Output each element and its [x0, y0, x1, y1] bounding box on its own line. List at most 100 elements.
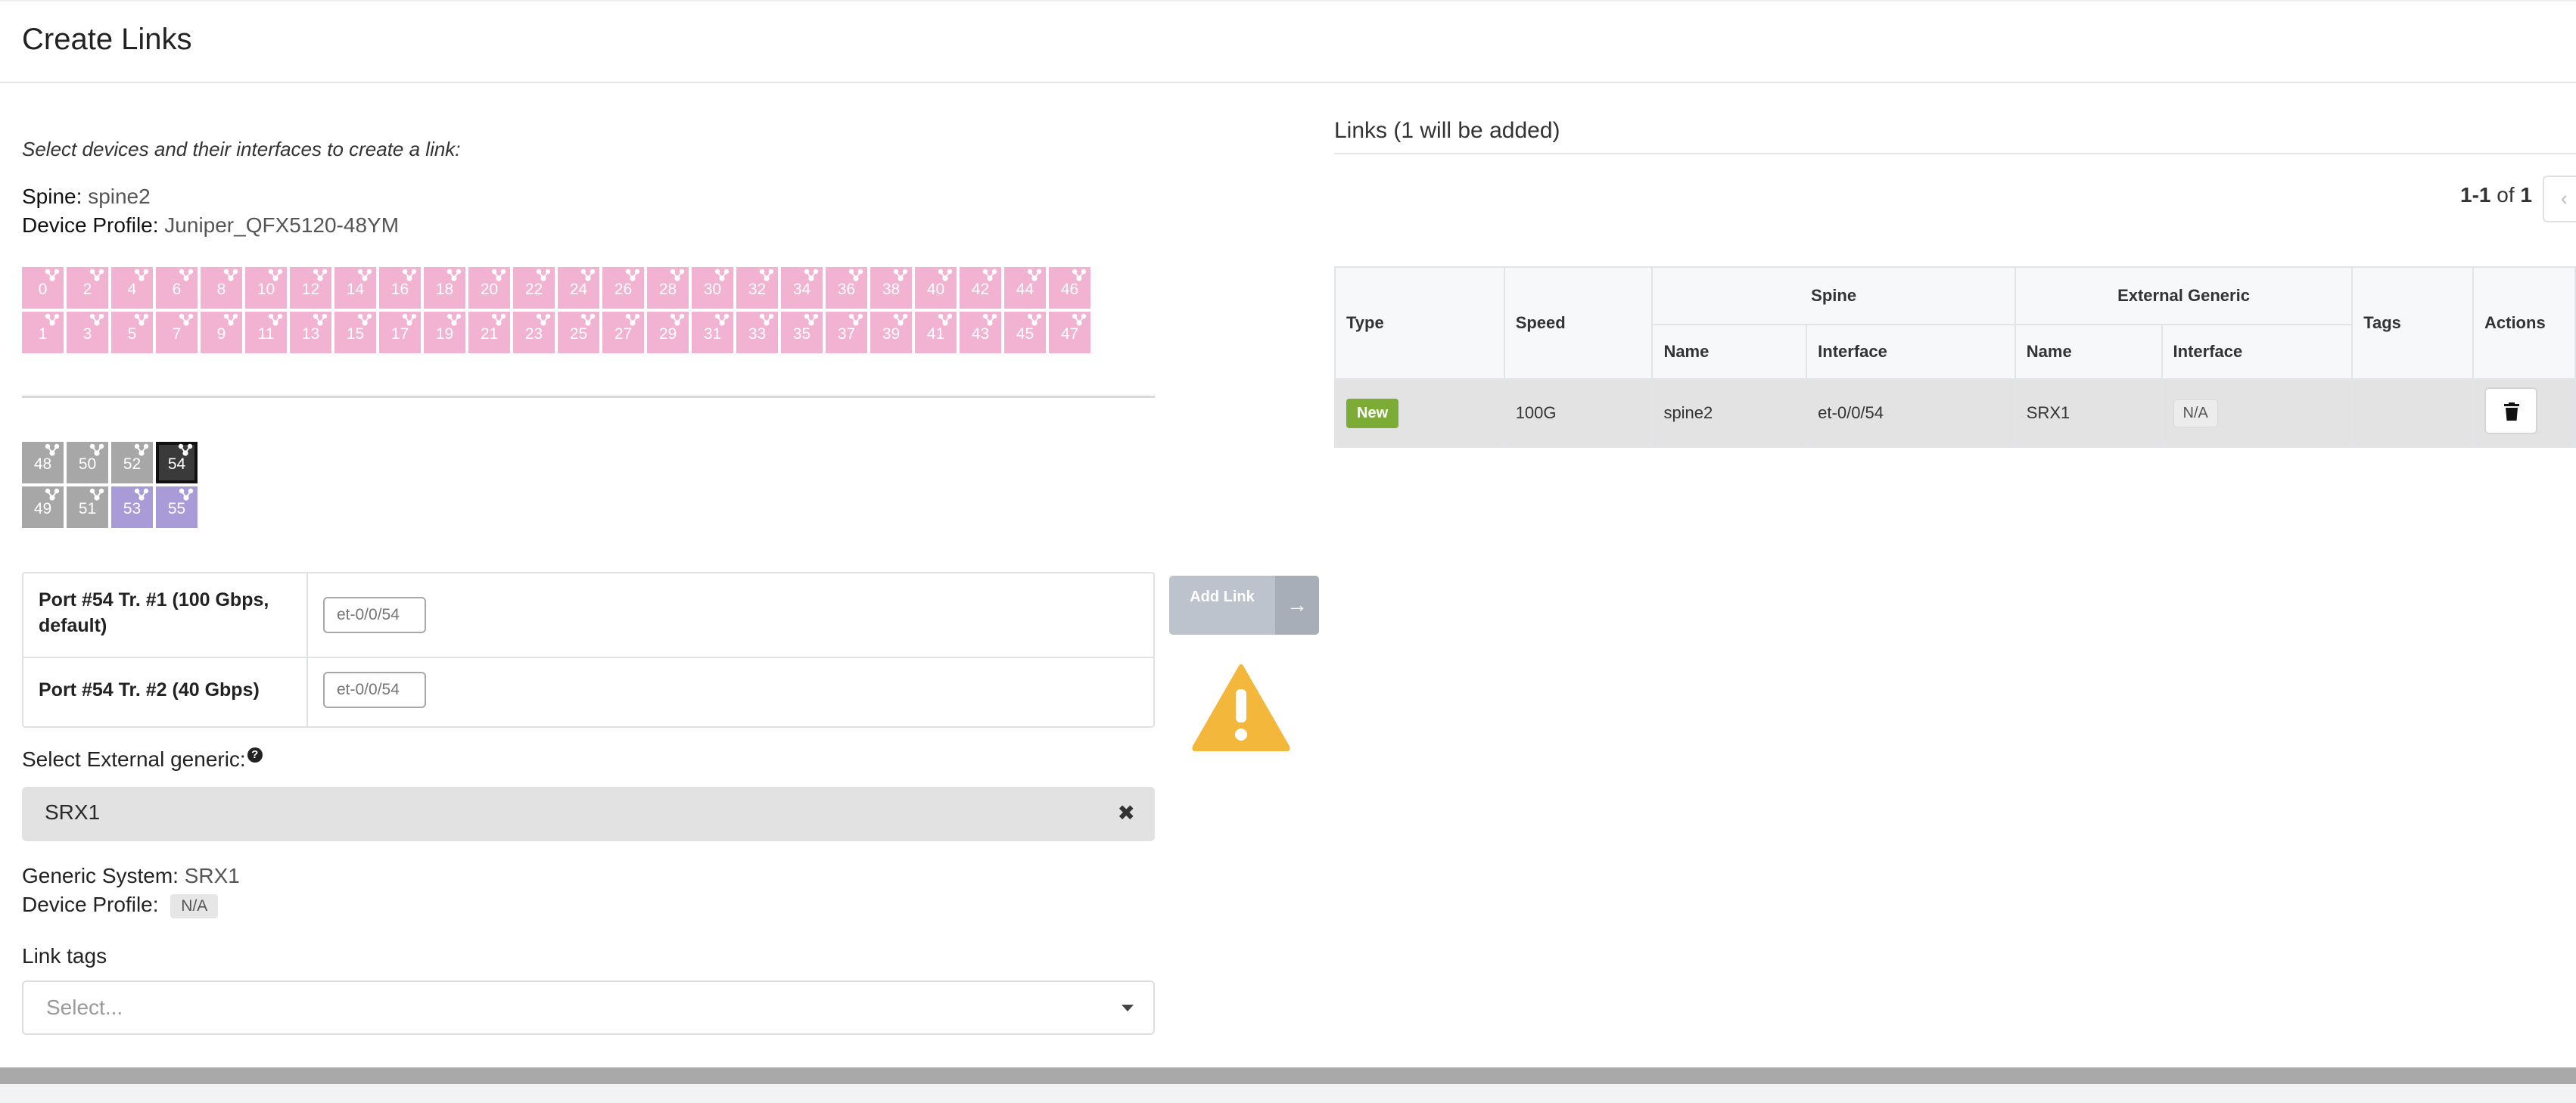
port-54[interactable]: 54	[156, 442, 198, 483]
interface-row: Port #54 Tr. #2 (40 Gbps)	[23, 657, 1153, 726]
port-47[interactable]: 47	[1049, 312, 1090, 353]
port-21[interactable]: 21	[468, 312, 510, 353]
port-16[interactable]: 16	[379, 267, 421, 309]
port-icon	[893, 313, 908, 326]
port-25[interactable]: 25	[558, 312, 599, 353]
port-number: 21	[480, 325, 499, 343]
question-circle-icon[interactable]: ?	[247, 747, 263, 763]
port-section-divider	[22, 396, 1155, 398]
port-number: 25	[569, 325, 588, 343]
port-number: 33	[748, 325, 767, 343]
port-51[interactable]: 51	[67, 486, 108, 528]
port-5[interactable]: 5	[111, 312, 153, 353]
port-number: 49	[33, 500, 52, 517]
port-2[interactable]: 2	[67, 267, 108, 309]
column-header-spine-interface: Interface	[1806, 324, 2016, 380]
port-44[interactable]: 44	[1004, 267, 1046, 309]
port-number: 1	[38, 325, 48, 343]
port-43[interactable]: 43	[960, 312, 1001, 353]
port-23[interactable]: 23	[513, 312, 555, 353]
external-generic-select[interactable]: SRX1 ✖	[22, 787, 1155, 841]
port-number: 19	[435, 325, 454, 343]
column-header-external-interface: Interface	[2161, 324, 2354, 380]
port-18[interactable]: 18	[424, 267, 465, 309]
port-17[interactable]: 17	[379, 312, 421, 353]
port-icon	[625, 313, 640, 326]
port-3[interactable]: 3	[67, 312, 108, 353]
port-35[interactable]: 35	[781, 312, 823, 353]
port-icon	[223, 313, 238, 326]
port-grid-uplink: 48 50 52 54 49 51 53 55	[22, 442, 198, 528]
port-icon	[89, 443, 104, 456]
pagination-range: 1-1	[2460, 183, 2491, 207]
port-34[interactable]: 34	[781, 267, 823, 309]
port-icon	[625, 269, 640, 281]
port-19[interactable]: 19	[424, 312, 465, 353]
port-53[interactable]: 53	[111, 486, 153, 528]
caret-down-icon[interactable]	[1122, 1005, 1134, 1011]
port-29[interactable]: 29	[647, 312, 689, 353]
port-30[interactable]: 30	[692, 267, 733, 309]
pagination-of: of	[2497, 183, 2515, 207]
times-icon[interactable]: ✖	[1118, 800, 1135, 825]
port-45[interactable]: 45	[1004, 312, 1046, 353]
port-number: 54	[167, 455, 186, 473]
port-1[interactable]: 1	[22, 312, 64, 353]
generic-system-label: Generic System:	[22, 864, 179, 887]
chevron-left-icon[interactable]: ‹	[2543, 176, 2576, 222]
port-14[interactable]: 14	[334, 267, 376, 309]
port-15[interactable]: 15	[334, 312, 376, 353]
interface-name-input[interactable]	[323, 597, 426, 633]
external-generic-label-text: Select External generic:	[22, 747, 246, 771]
port-number: 4	[127, 281, 137, 298]
port-42[interactable]: 42	[960, 267, 1001, 309]
port-37[interactable]: 37	[826, 312, 867, 353]
port-38[interactable]: 38	[870, 267, 912, 309]
port-28[interactable]: 28	[647, 267, 689, 309]
port-32[interactable]: 32	[736, 267, 778, 309]
port-icon	[402, 269, 417, 281]
port-number: 17	[390, 325, 409, 343]
port-icon	[134, 488, 149, 501]
port-12[interactable]: 12	[290, 267, 331, 309]
port-36[interactable]: 36	[826, 267, 867, 309]
port-26[interactable]: 26	[602, 267, 644, 309]
port-number: 26	[614, 281, 633, 298]
port-icon	[804, 313, 819, 326]
port-0[interactable]: 0	[22, 267, 64, 309]
port-50[interactable]: 50	[67, 442, 108, 483]
link-tags-select[interactable]: Select...	[22, 980, 1155, 1035]
port-24[interactable]: 24	[558, 267, 599, 309]
port-8[interactable]: 8	[201, 267, 242, 309]
port-22[interactable]: 22	[513, 267, 555, 309]
port-31[interactable]: 31	[692, 312, 733, 353]
port-13[interactable]: 13	[290, 312, 331, 353]
interface-name-input[interactable]	[323, 672, 426, 708]
bottom-scrollbar[interactable]	[0, 1067, 2576, 1084]
port-11[interactable]: 11	[245, 312, 287, 353]
port-9[interactable]: 9	[201, 312, 242, 353]
port-6[interactable]: 6	[156, 267, 198, 309]
port-40[interactable]: 40	[915, 267, 957, 309]
delete-link-button[interactable]	[2484, 387, 2537, 434]
port-39[interactable]: 39	[870, 312, 912, 353]
generic-system-info: Generic System: SRX1	[22, 864, 240, 888]
generic-device-profile-info: Device Profile: N/A	[22, 893, 219, 918]
instruction-text: Select devices and their interfaces to c…	[22, 138, 461, 160]
port-41[interactable]: 41	[915, 312, 957, 353]
port-33[interactable]: 33	[736, 312, 778, 353]
port-4[interactable]: 4	[111, 267, 153, 309]
port-icon	[446, 313, 462, 326]
port-20[interactable]: 20	[468, 267, 510, 309]
port-52[interactable]: 52	[111, 442, 153, 483]
cell-external-name: SRX1	[2014, 378, 2163, 448]
add-link-button[interactable]: Add Link →	[1169, 576, 1319, 635]
port-27[interactable]: 27	[602, 312, 644, 353]
port-10[interactable]: 10	[245, 267, 287, 309]
port-7[interactable]: 7	[156, 312, 198, 353]
port-49[interactable]: 49	[22, 486, 64, 528]
port-48[interactable]: 48	[22, 442, 64, 483]
port-number: 45	[1016, 325, 1034, 343]
port-55[interactable]: 55	[156, 486, 198, 528]
port-46[interactable]: 46	[1049, 267, 1090, 309]
